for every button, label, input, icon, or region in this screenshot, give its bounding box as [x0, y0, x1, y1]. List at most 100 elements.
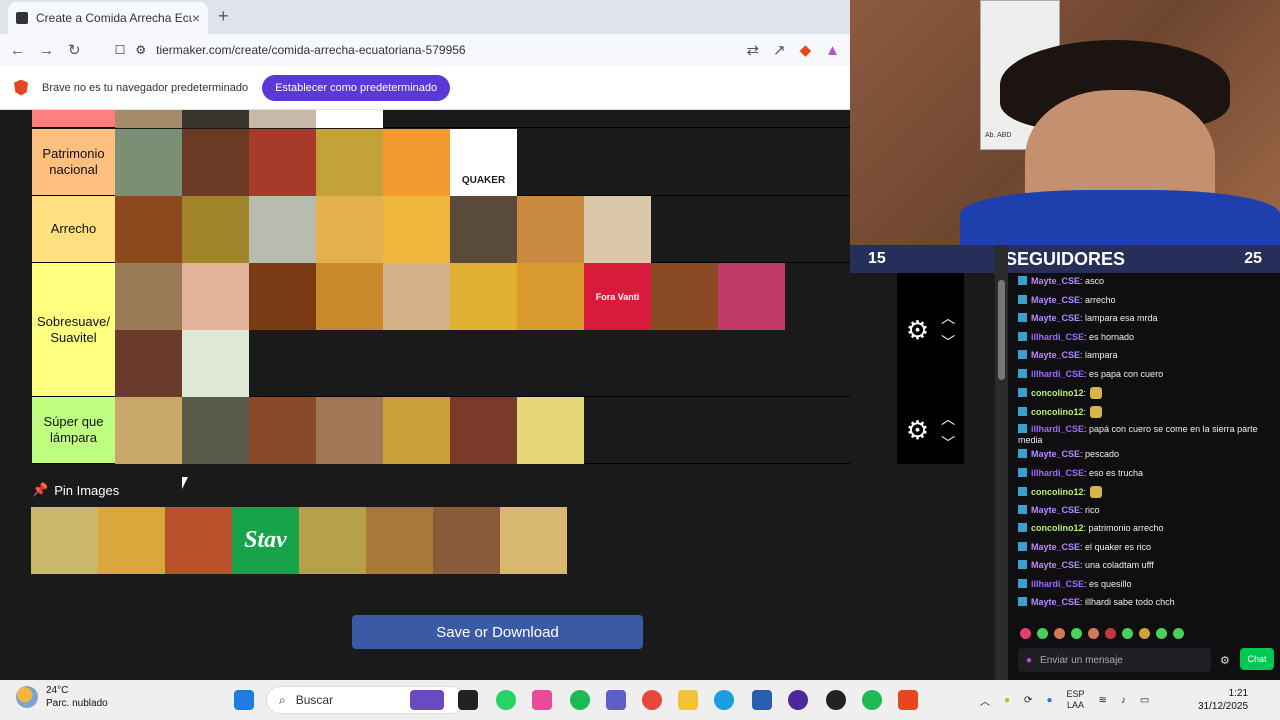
language-indicator[interactable]: ESP LAA	[1066, 689, 1084, 711]
scrollbar[interactable]	[995, 245, 1008, 680]
tier-item[interactable]	[115, 196, 182, 263]
chevron-up-icon[interactable]: ︿	[941, 308, 955, 328]
chat-username[interactable]: concolino12	[1031, 487, 1084, 497]
emote-icon[interactable]	[1071, 628, 1082, 639]
chat-username[interactable]: Mayte_CSE	[1031, 560, 1080, 570]
emote-icon[interactable]	[1105, 628, 1116, 639]
tier-item[interactable]	[517, 263, 584, 330]
tier-item[interactable]	[383, 129, 450, 196]
emote-icon[interactable]	[1088, 628, 1099, 639]
widgets-icon[interactable]	[410, 690, 444, 710]
tier-item[interactable]	[182, 110, 249, 128]
chat-username[interactable]: Mayte_CSE	[1031, 597, 1080, 607]
chat-username[interactable]: illhardi_CSE	[1031, 424, 1084, 434]
brave-rewards-icon[interactable]: ▲	[825, 42, 840, 59]
chat-username[interactable]: illhardi_CSE	[1031, 369, 1084, 379]
tier-item[interactable]	[249, 397, 316, 464]
chat-username[interactable]: Mayte_CSE	[1031, 295, 1080, 305]
chat-username[interactable]: concolino12	[1031, 388, 1084, 398]
tier-item[interactable]	[115, 397, 182, 464]
chat-username[interactable]: Mayte_CSE	[1031, 449, 1080, 459]
emote-icon[interactable]	[1173, 628, 1184, 639]
back-icon[interactable]: ←	[10, 42, 25, 59]
stav-logo[interactable]: Stav	[232, 507, 299, 574]
chat-username[interactable]: concolino12	[1031, 523, 1084, 533]
edge-icon[interactable]	[714, 690, 734, 710]
chat-username[interactable]: illhardi_CSE	[1031, 468, 1084, 478]
volume-icon[interactable]: ♪	[1121, 695, 1126, 706]
chat-username[interactable]: Mayte_CSE	[1031, 350, 1080, 360]
chevron-up-icon[interactable]: ︿	[941, 409, 955, 429]
clock[interactable]: 1:21 31/12/2025	[1198, 687, 1248, 713]
windows-start-icon[interactable]	[234, 690, 254, 710]
tier-item[interactable]	[182, 196, 249, 263]
tier-item[interactable]	[383, 397, 450, 464]
tier-item[interactable]	[249, 129, 316, 196]
tier-label[interactable]: Súper que lámpara	[32, 397, 115, 463]
tier-item[interactable]	[115, 263, 182, 330]
url-field[interactable]: ☐ ⚙ tiermaker.com/create/comida-arrecha-…	[115, 37, 733, 63]
mic-icon[interactable]: ●	[1026, 655, 1032, 666]
tier-item[interactable]	[517, 397, 584, 464]
reload-icon[interactable]: ↻	[68, 41, 81, 59]
tray-sync-icon[interactable]: ⟳	[1024, 695, 1032, 706]
settings-gear-icon[interactable]: ⚙	[906, 415, 929, 446]
chevron-down-icon[interactable]: ﹀	[941, 433, 955, 453]
emote-icon[interactable]	[1020, 628, 1031, 639]
chat-username[interactable]: Mayte_CSE	[1031, 313, 1080, 323]
chat-username[interactable]: Mayte_CSE	[1031, 542, 1080, 552]
chat-settings-icon[interactable]: ⚙	[1220, 654, 1230, 667]
whatsapp-icon[interactable]	[496, 690, 516, 710]
app-icon[interactable]	[826, 690, 846, 710]
tier-item[interactable]	[182, 330, 249, 397]
tray-app-icon[interactable]: ●	[1004, 695, 1010, 706]
file-explorer-icon[interactable]	[678, 690, 698, 710]
chat-username[interactable]: Mayte_CSE	[1031, 276, 1080, 286]
tier-item[interactable]	[316, 263, 383, 330]
tier-item[interactable]	[182, 263, 249, 330]
tier-item[interactable]	[115, 129, 182, 196]
weather-widget[interactable]: 24°C Parc. nublado	[16, 684, 108, 710]
tier-item[interactable]	[450, 196, 517, 263]
emote-icon[interactable]	[1139, 628, 1150, 639]
tier-item-quaker[interactable]: QUAKER	[450, 129, 517, 196]
translate-icon[interactable]: ⇄	[746, 41, 759, 59]
share-icon[interactable]: ↗	[773, 41, 786, 59]
settings-gear-icon[interactable]: ⚙	[906, 315, 929, 346]
tier-item[interactable]	[517, 196, 584, 263]
set-default-button[interactable]: Establecer como predeterminado	[262, 74, 451, 101]
tier-item[interactable]	[316, 196, 383, 263]
tier-item[interactable]	[316, 110, 383, 128]
wifi-icon[interactable]: ≋	[1099, 695, 1107, 706]
tier-item[interactable]	[450, 397, 517, 464]
chevron-down-icon[interactable]: ﹀	[941, 332, 955, 352]
chat-username[interactable]: concolino12	[1031, 407, 1084, 417]
tier-item[interactable]	[383, 263, 450, 330]
tier-item[interactable]	[249, 263, 316, 330]
site-info-icon[interactable]: ⚙	[135, 43, 146, 57]
chat-send-button[interactable]: Chat	[1240, 648, 1274, 670]
tier-label[interactable]: Arrecho	[32, 196, 115, 262]
tier-item-fora[interactable]: Fora Vanti	[584, 263, 651, 330]
tier-item[interactable]	[249, 196, 316, 263]
terminal-icon[interactable]	[458, 690, 478, 710]
chrome-icon[interactable]	[642, 690, 662, 710]
tier-item[interactable]	[584, 196, 651, 263]
tier-label[interactable]: Sobresuave/ Suavitel	[32, 263, 115, 396]
tier-item[interactable]	[115, 110, 182, 128]
tab-tiermaker[interactable]: Create a Comida Arrecha Ecuatoriana ×	[8, 2, 208, 34]
brave-icon[interactable]	[898, 690, 918, 710]
tier-item[interactable]	[182, 397, 249, 464]
teams-icon[interactable]	[606, 690, 626, 710]
tier-item[interactable]	[450, 263, 517, 330]
tier-label[interactable]: Patrimonio nacional	[32, 129, 115, 195]
emote-icon[interactable]	[1156, 628, 1167, 639]
chat-username[interactable]: Mayte_CSE	[1031, 505, 1080, 515]
tier-item[interactable]	[182, 129, 249, 196]
calculator-icon[interactable]	[752, 690, 772, 710]
pinned-item[interactable]	[299, 507, 366, 574]
emote-icon[interactable]	[1054, 628, 1065, 639]
pinned-item[interactable]	[165, 507, 232, 574]
spotify-alt-icon[interactable]	[862, 690, 882, 710]
new-tab-button[interactable]: +	[218, 6, 229, 27]
